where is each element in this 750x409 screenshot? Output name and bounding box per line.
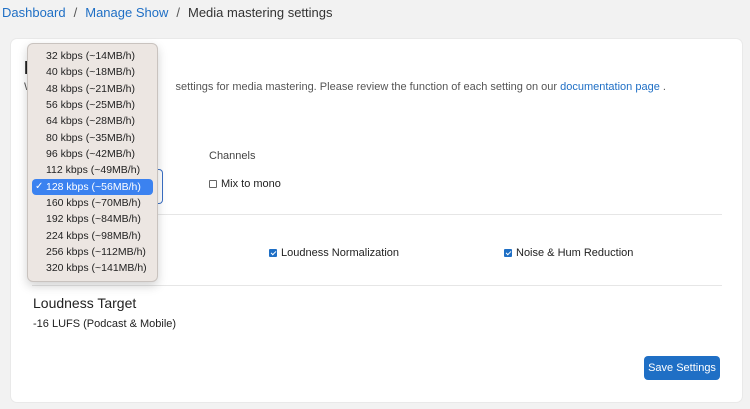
loudness-normalization-checkbox[interactable]: Loudness Normalization — [269, 247, 399, 259]
mix-to-mono-box[interactable] — [209, 180, 217, 188]
loudness-target-value[interactable]: -16 LUFS (Podcast & Mobile) — [33, 318, 176, 330]
bitrate-option[interactable]: 40 kbps (~18MB/h) — [32, 64, 153, 80]
intro-body: settings for media mastering. Please rev… — [175, 81, 561, 93]
bitrate-option-label: 320 kbps (~141MB/h) — [46, 262, 147, 275]
noise-reduction-box[interactable] — [504, 249, 512, 257]
bitrate-option[interactable]: 224 kbps (~98MB/h) — [32, 228, 153, 244]
breadcrumb-separator: / — [73, 5, 78, 20]
breadcrumb-dashboard-link[interactable]: Dashboard — [2, 5, 66, 20]
bitrate-option[interactable]: 112 kbps (~49MB/h) — [32, 162, 153, 178]
save-settings-button[interactable]: Save Settings — [644, 356, 720, 380]
intro-suffix: . — [662, 81, 666, 93]
bitrate-option[interactable]: ✓ 128 kbps (~56MB/h) — [32, 178, 153, 196]
breadcrumb-current: Media mastering settings — [187, 5, 333, 20]
section-divider — [32, 285, 722, 286]
bitrate-option[interactable]: 32 kbps (~14MB/h) — [32, 48, 153, 64]
bitrate-option-label: 128 kbps (~56MB/h) — [46, 180, 141, 193]
bitrate-option[interactable]: 96 kbps (~42MB/h) — [32, 146, 153, 162]
bitrate-option[interactable]: 48 kbps (~21MB/h) — [32, 81, 153, 97]
bitrate-option[interactable]: 320 kbps (~141MB/h) — [32, 260, 153, 276]
bitrate-option-label: 256 kbps (~112MB/h) — [46, 246, 146, 259]
bitrate-dropdown-menu[interactable]: 32 kbps (~14MB/h) 40 kbps (~18MB/h) 48 kbp… — [27, 43, 158, 282]
bitrate-option[interactable]: 56 kbps (~25MB/h) — [32, 97, 153, 113]
bitrate-option[interactable]: 160 kbps (~70MB/h) — [32, 195, 153, 211]
noise-reduction-label: Noise & Hum Reduction — [516, 247, 634, 259]
bitrate-option-label: 96 kbps (~42MB/h) — [46, 148, 136, 161]
bitrate-option[interactable]: 64 kbps (~28MB/h) — [32, 113, 153, 129]
bitrate-option-label: 160 kbps (~70MB/h) — [46, 197, 141, 210]
loudness-normalization-box[interactable] — [269, 249, 277, 257]
bitrate-option-label: 224 kbps (~98MB/h) — [46, 229, 141, 242]
bitrate-option-label: 80 kbps (~35MB/h) — [46, 131, 136, 144]
bitrate-option-label: 48 kbps (~21MB/h) — [46, 82, 136, 95]
bitrate-option-label: 112 kbps (~49MB/h) — [46, 164, 141, 177]
breadcrumb: Dashboard / Manage Show / Media masterin… — [2, 5, 333, 20]
bitrate-option-label: 56 kbps (~25MB/h) — [46, 99, 136, 112]
checkmark-icon: ✓ — [35, 180, 44, 192]
mix-to-mono-label: Mix to mono — [221, 178, 281, 190]
channels-label: Channels — [209, 150, 256, 162]
mix-to-mono-checkbox[interactable]: Mix to mono — [209, 178, 281, 190]
breadcrumb-manage-show-link[interactable]: Manage Show — [85, 5, 168, 20]
bitrate-option-label: 40 kbps (~18MB/h) — [46, 66, 136, 79]
bitrate-option-label: 64 kbps (~28MB/h) — [46, 115, 136, 128]
bitrate-option-label: 32 kbps (~14MB/h) — [46, 50, 136, 62]
bitrate-option[interactable]: 80 kbps (~35MB/h) — [32, 130, 153, 146]
breadcrumb-separator: / — [176, 5, 180, 20]
noise-reduction-checkbox[interactable]: Noise & Hum Reduction — [504, 247, 633, 259]
documentation-link[interactable]: documentation page — [560, 81, 660, 93]
bitrate-option[interactable]: 256 kbps (~112MB/h) — [32, 244, 153, 260]
bitrate-option-label: 192 kbps (~84MB/h) — [46, 213, 141, 226]
bitrate-option[interactable]: 192 kbps (~84MB/h) — [32, 211, 153, 227]
loudness-normalization-label: Loudness Normalization — [281, 247, 400, 259]
loudness-target-title: Loudness Target — [33, 295, 137, 311]
